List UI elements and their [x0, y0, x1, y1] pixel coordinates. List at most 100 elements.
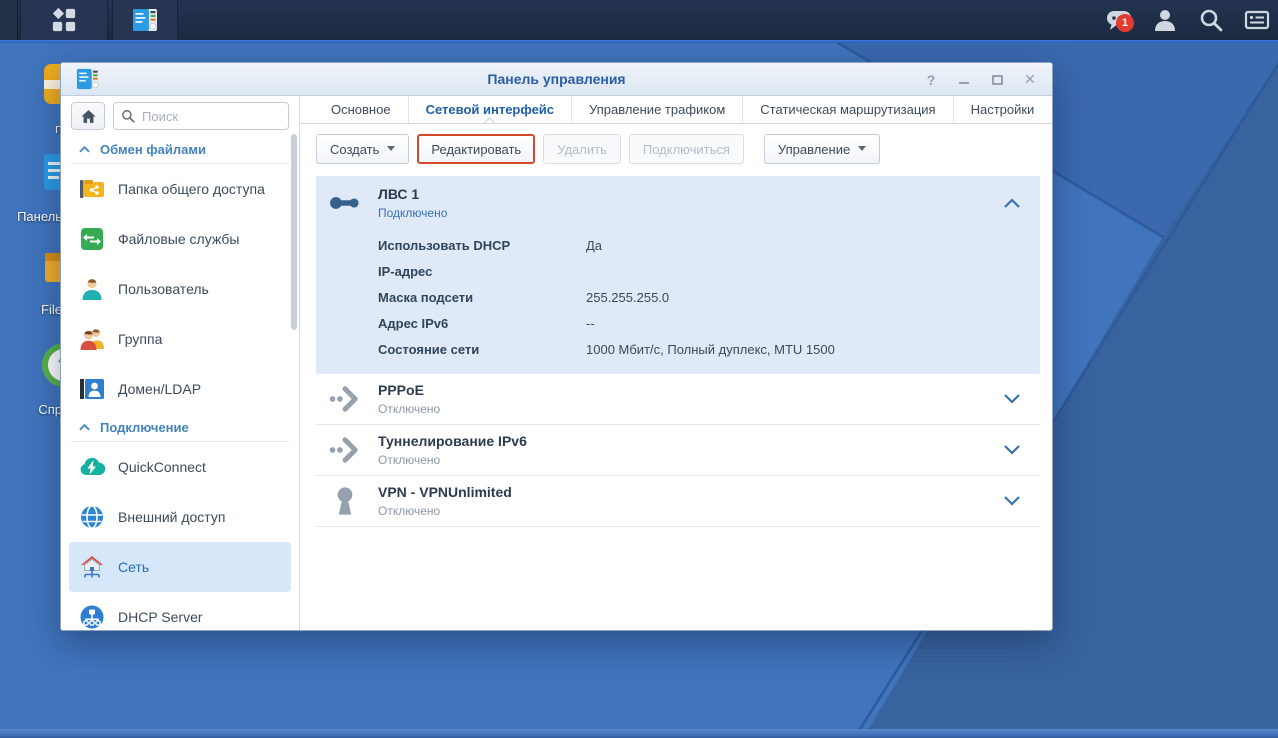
interface-name: VPN - VPNUnlimited [378, 484, 512, 500]
detail-value: 255.255.255.0 [586, 289, 670, 305]
sidebar-item-label: Папка общего доступа [118, 181, 265, 197]
desktop-icon-label: п [54, 121, 62, 136]
control-panel-task-icon [133, 9, 157, 31]
button-label: Редактировать [431, 141, 522, 157]
lan-icon [330, 197, 359, 209]
sidebar-item-label: Сеть [118, 559, 150, 575]
search-input[interactable] [113, 102, 289, 130]
connect-button[interactable]: Подключиться [628, 134, 744, 164]
show-desktop-button[interactable] [0, 0, 18, 40]
tab-traffic-control[interactable]: Управление трафиком [571, 96, 742, 123]
sidebar-item-label: Группа [118, 331, 163, 347]
detail-label: Использовать DHCP [378, 237, 511, 253]
taskbar-accent-line [0, 40, 1278, 43]
detail-label: Адрес IPv6 [378, 315, 449, 331]
file-services-icon [81, 228, 103, 250]
taskbar [0, 0, 1278, 40]
tab-general[interactable]: Основное [314, 96, 408, 123]
maximize-button[interactable] [989, 72, 1005, 88]
sidebar-item-shared-folder[interactable]: Папка общего доступа [69, 164, 291, 214]
toolbar: Создать Редактировать Удалить Подключить… [300, 124, 1052, 176]
tab-static-route[interactable]: Статическая маршрутизация [742, 96, 952, 123]
tab-settings[interactable]: Настройки [952, 96, 1052, 123]
help-button[interactable]: ? [923, 72, 939, 88]
section-header-label: Обмен файлами [100, 142, 206, 157]
sidebar-item-domain-ldap[interactable]: Домен/LDAP [69, 364, 291, 414]
interface-name: PPPoE [378, 382, 424, 398]
sidebar-item-network[interactable]: Сеть [69, 542, 291, 592]
search-icon[interactable] [1198, 7, 1224, 33]
interface-ipv6-tunnel-row[interactable]: Туннелирование IPv6 Отключено [316, 425, 1040, 476]
sidebar-item-external-access[interactable]: Внешний доступ [69, 492, 291, 542]
sidebar-item-label: Внешний доступ [118, 509, 226, 525]
home-icon [80, 109, 96, 123]
expand-chevron-icon[interactable] [1004, 496, 1020, 506]
interface-vpn-row[interactable]: VPN - VPNUnlimited Отключено [316, 476, 1040, 527]
close-button[interactable]: ✕ [1022, 71, 1038, 88]
sidebar-item-user[interactable]: Пользователь [69, 264, 291, 314]
window-title: Панель управления [487, 71, 626, 87]
user-menu-icon[interactable] [1152, 7, 1178, 33]
desktop-icon-label: File [41, 302, 62, 317]
search-field-icon [122, 110, 135, 123]
tab-label: Статическая маршрутизация [760, 102, 936, 117]
button-label: Подключиться [642, 141, 730, 157]
manage-button[interactable]: Управление [763, 134, 881, 164]
interface-status: Отключено [378, 504, 441, 518]
sidebar-item-group[interactable]: Группа [69, 314, 291, 364]
sidebar-item-label: Файловые службы [118, 231, 240, 247]
desktop-bottom-band [0, 729, 1278, 738]
lan1-details: Использовать DHCP Да IP-адрес Маска подсе… [316, 230, 1040, 374]
chevron-up-icon [79, 146, 90, 153]
interface-name: Туннелирование IPv6 [378, 433, 527, 449]
expand-chevron-icon[interactable] [1004, 394, 1020, 404]
expand-chevron-icon[interactable] [1004, 445, 1020, 455]
interface-status: Отключено [378, 453, 441, 467]
button-label: Создать [330, 141, 380, 157]
control-panel-window: Панель управления ? ✕ Обмен файлами [60, 62, 1053, 631]
tab-bar: Основное Сетевой интерфейс Управление тр… [300, 96, 1052, 124]
interface-status: Подключено [378, 206, 448, 220]
detail-row: Использовать DHCP Да [378, 232, 1030, 258]
home-button[interactable] [71, 102, 105, 130]
interface-status: Отключено [378, 402, 441, 416]
collapse-chevron-icon[interactable] [1004, 198, 1020, 208]
sidebar-item-dhcp-server[interactable]: DHCP Server [69, 592, 291, 630]
pppoe-icon [329, 386, 358, 412]
app-launcher-button[interactable] [20, 0, 108, 40]
sidebar-item-label: Домен/LDAP [118, 381, 202, 397]
shared-folder-icon [80, 180, 104, 198]
window-titlebar[interactable]: Панель управления ? ✕ [61, 63, 1052, 96]
detail-label: IP-адрес [378, 263, 433, 279]
interface-list: ЛВС 1 Подключено Использовать DHCP Да IP-… [300, 176, 1052, 630]
interface-lan1-header[interactable]: ЛВС 1 Подключено [316, 176, 1040, 230]
interface-pppoe-row[interactable]: PPPoE Отключено [316, 374, 1040, 425]
sidebar-scrollbar[interactable] [291, 134, 297, 330]
interface-lan1-panel: ЛВС 1 Подключено Использовать DHCP Да IP-… [316, 176, 1040, 374]
sidebar-item-file-services[interactable]: Файловые службы [69, 214, 291, 264]
create-button[interactable]: Создать [316, 134, 410, 164]
desktop-icon-label: Панель [17, 209, 62, 224]
tab-network-interface[interactable]: Сетевой интерфейс [407, 96, 571, 123]
minimize-button[interactable] [956, 72, 972, 88]
control-panel-task-button[interactable] [112, 0, 178, 40]
sidebar: Обмен файлами Папка общего доступа Файло… [61, 96, 300, 630]
app-launcher-icon [52, 7, 76, 32]
edit-button[interactable]: Редактировать [417, 134, 536, 164]
sidebar-section-file-sharing[interactable]: Обмен файлами [71, 136, 289, 164]
notification-badge: 1 [1116, 14, 1134, 32]
detail-row: Маска подсети 255.255.255.0 [378, 284, 1030, 310]
sidebar-item-label: Пользователь [118, 281, 209, 297]
section-header-label: Подключение [100, 420, 189, 435]
delete-button[interactable]: Удалить [543, 134, 621, 164]
sidebar-item-quickconnect[interactable]: QuickConnect [69, 442, 291, 492]
ipv6-tunnel-icon [329, 437, 358, 463]
sidebar-item-label: QuickConnect [118, 459, 206, 475]
dropdown-caret-icon [858, 146, 867, 155]
tab-label: Сетевой интерфейс [425, 102, 555, 117]
domain-ldap-icon [80, 379, 104, 399]
network-icon [81, 556, 103, 578]
sidebar-section-connectivity[interactable]: Подключение [71, 414, 289, 442]
detail-row: Адрес IPv6 -- [378, 310, 1030, 336]
widgets-icon[interactable] [1244, 7, 1270, 33]
